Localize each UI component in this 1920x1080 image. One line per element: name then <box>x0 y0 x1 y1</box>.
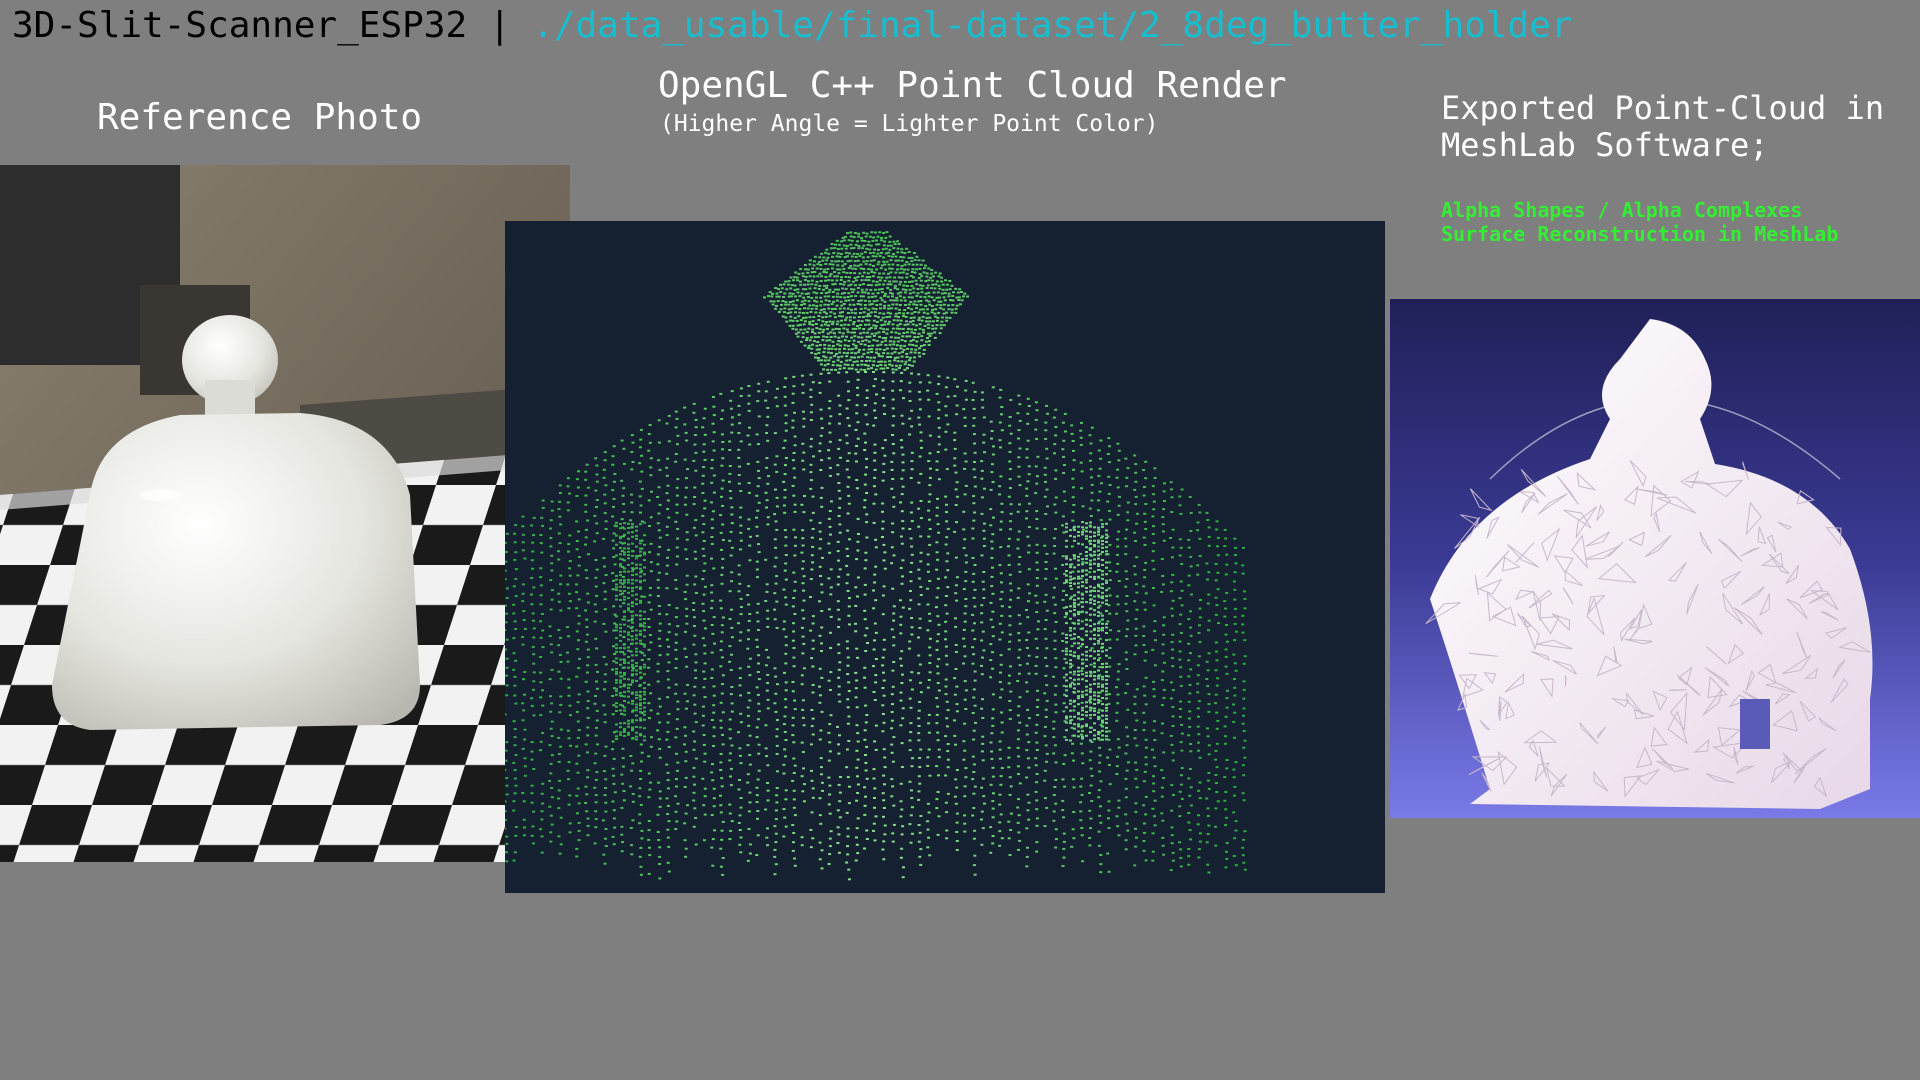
opengl-point-cloud-render <box>505 221 1385 893</box>
reference-photo-title: Reference Photo <box>97 97 423 138</box>
title-bar: 3D-Slit-Scanner_ESP32 | ./data_usable/fi… <box>12 2 1573 50</box>
dataset-path: ./data_usable/final-dataset/2_8deg_butte… <box>532 5 1573 46</box>
reference-photo-image <box>0 165 570 862</box>
meshlab-render <box>1390 299 1920 818</box>
point-cloud-image <box>505 231 1247 881</box>
reference-photo <box>0 165 570 862</box>
title-separator: | <box>488 5 511 46</box>
meshlab-title: Exported Point-Cloud in MeshLab Software… <box>1441 89 1885 164</box>
meshlab-subtitle: Alpha Shapes / Alpha Complexes Surface R… <box>1441 198 1839 246</box>
project-name: 3D-Slit-Scanner_ESP32 <box>12 5 468 46</box>
meshlab-mesh-image <box>1390 299 1920 818</box>
opengl-render-title: OpenGL C++ Point Cloud Render <box>658 65 1287 106</box>
opengl-render-subtitle: (Higher Angle = Lighter Point Color) <box>660 111 1159 137</box>
